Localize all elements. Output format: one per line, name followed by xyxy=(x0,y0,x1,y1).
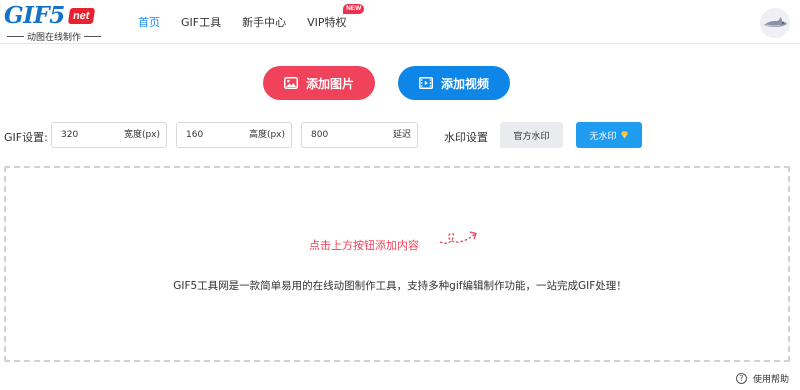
height-field[interactable]: 高度(px) xyxy=(176,122,292,148)
logo-net-badge: net xyxy=(67,8,95,24)
help-link[interactable]: ? 使用帮助 xyxy=(736,372,789,385)
curly-arrow-icon xyxy=(439,231,477,244)
add-image-label: 添加图片 xyxy=(305,76,354,91)
question-icon: ? xyxy=(736,373,747,384)
content-drop-area[interactable] xyxy=(4,166,790,362)
new-badge: NEW xyxy=(343,4,365,14)
nav-item-home[interactable]: 首页 xyxy=(138,14,160,30)
gif-settings-label: GIF设置: xyxy=(4,131,48,144)
height-unit: 高度(px) xyxy=(248,130,285,140)
official-watermark-label: 官方水印 xyxy=(513,131,550,142)
add-image-button[interactable]: 添加图片 xyxy=(263,66,375,100)
logo-subtitle: 动图在线制作 xyxy=(4,30,104,43)
logo-text: GIF5 xyxy=(4,2,65,29)
no-watermark-label: 无水印 xyxy=(589,131,617,142)
width-field[interactable]: 宽度(px) xyxy=(51,122,167,148)
height-input[interactable] xyxy=(186,123,246,147)
watermark-settings-label: 水印设置 xyxy=(444,131,488,144)
nav-item-beginner-center[interactable]: 新手中心 xyxy=(242,14,286,30)
nav-item-vip[interactable]: VIP特权 NEW xyxy=(307,4,365,30)
site-description: GIF5工具网是一款简单易用的在线动图制作工具，支持多种gif编辑制作功能，一站… xyxy=(173,280,627,292)
no-watermark-button[interactable]: 无水印 xyxy=(576,122,642,148)
width-unit: 宽度(px) xyxy=(123,130,160,140)
shark-avatar-icon xyxy=(760,8,790,38)
site-logo[interactable]: GIF5 net 动图在线制作 xyxy=(4,2,104,43)
delay-field[interactable]: 延迟 xyxy=(301,122,418,148)
help-label: 使用帮助 xyxy=(753,375,790,385)
logo-subtitle-text: 动图在线制作 xyxy=(27,33,82,43)
add-video-label: 添加视频 xyxy=(440,76,489,91)
add-content-hint: 点击上方按钮添加内容 xyxy=(309,239,419,252)
official-watermark-button[interactable]: 官方水印 xyxy=(500,122,563,148)
width-input[interactable] xyxy=(61,123,121,147)
film-icon xyxy=(418,77,433,89)
user-avatar[interactable] xyxy=(760,8,790,38)
nav-item-vip-label: VIP特权 xyxy=(307,16,347,29)
main-nav: 首页 GIF工具 新手中心 VIP特权 NEW xyxy=(138,0,368,44)
delay-input[interactable] xyxy=(311,123,371,147)
image-icon xyxy=(283,77,298,89)
delay-unit: 延迟 xyxy=(392,130,411,140)
logo-line-right xyxy=(84,36,102,37)
logo-line-left xyxy=(7,36,24,37)
diamond-icon xyxy=(620,131,628,139)
add-video-button[interactable]: 添加视频 xyxy=(398,66,510,100)
top-header: GIF5 net 动图在线制作 首页 GIF工具 新手中心 VIP特权 NEW xyxy=(0,0,800,44)
nav-item-gif-tools[interactable]: GIF工具 xyxy=(181,14,221,30)
